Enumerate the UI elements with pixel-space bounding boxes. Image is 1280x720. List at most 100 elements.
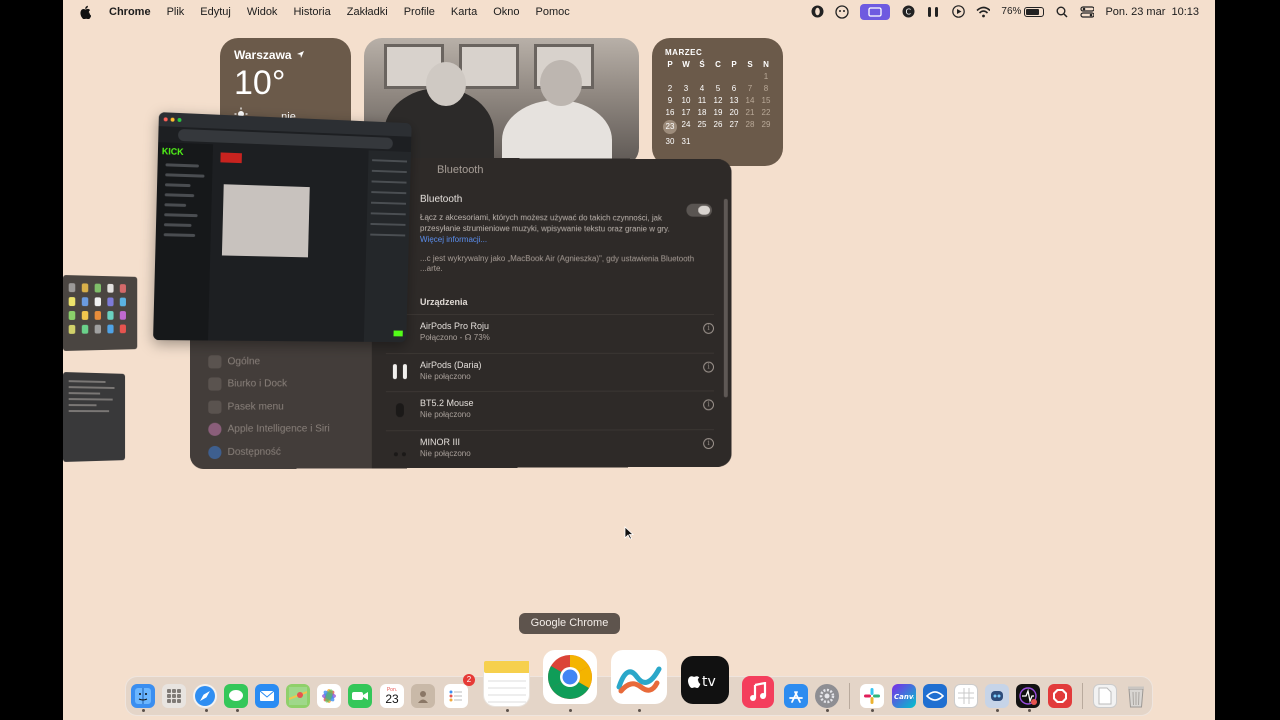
device-row[interactable]: BT5.2 Mouse Nie połączono i (386, 390, 714, 429)
app-store-icon[interactable] (784, 684, 808, 708)
menu-view[interactable]: Widok (247, 6, 278, 18)
menu-file[interactable]: Plik (167, 6, 185, 18)
bluetooth-description: Łącz z akcesoriami, których możesz używa… (420, 212, 688, 246)
airpods-icon[interactable] (926, 5, 940, 19)
sidebar-item-desktop-dock[interactable]: Biurko i Dock (208, 377, 287, 390)
close-icon[interactable] (164, 117, 168, 121)
mouse-cursor-icon (624, 526, 634, 545)
device-name: AirPods (Daria) (420, 360, 482, 370)
stop-icon[interactable] (1048, 684, 1072, 708)
chat-line (370, 223, 405, 226)
apple-logo-icon[interactable] (79, 5, 93, 19)
play-icon[interactable] (951, 5, 965, 19)
calendar-weekday: P (662, 60, 678, 69)
menu-history[interactable]: Historia (293, 6, 330, 18)
info-icon[interactable]: i (703, 362, 714, 373)
info-icon[interactable]: i (703, 323, 714, 334)
launchpad-window-preview[interactable] (63, 275, 137, 351)
chat-send-button[interactable] (394, 331, 403, 337)
canva-icon[interactable]: Canva (892, 684, 916, 708)
device-status: Połączono - ☊ 73% (420, 333, 490, 342)
system-settings-icon[interactable] (815, 684, 839, 708)
finder-icon[interactable] (131, 684, 155, 708)
launchpad-icon[interactable] (162, 684, 186, 708)
menu-app-name[interactable]: Chrome (109, 6, 151, 18)
battery-icon (1024, 7, 1044, 17)
kick-nav-item (165, 183, 191, 187)
screen-share-icon[interactable] (860, 4, 890, 20)
calendar-weekday: P (726, 60, 742, 69)
battery-indicator[interactable]: 76% (1001, 6, 1044, 17)
menu-window[interactable]: Okno (493, 6, 519, 18)
menu-help[interactable]: Pomoc (535, 6, 569, 18)
search-icon[interactable] (1055, 5, 1069, 19)
scrollbar[interactable] (724, 199, 728, 397)
calendar-app-icon[interactable]: Pon. 23 (380, 684, 404, 708)
sidebar-item-accessibility[interactable]: Dostępność (208, 446, 281, 459)
running-indicator (826, 709, 829, 712)
menu-edit[interactable]: Edytuj (200, 6, 231, 18)
contacts-icon[interactable] (411, 684, 435, 708)
document-icon[interactable] (1093, 684, 1117, 708)
photos-icon[interactable] (317, 684, 341, 708)
stream-video[interactable] (222, 184, 310, 257)
sidebar-item-apple-intelligence[interactable]: Apple Intelligence i Siri (208, 422, 329, 435)
chat-line (372, 170, 407, 173)
trash-icon[interactable] (1124, 684, 1148, 708)
mail-icon[interactable] (255, 684, 279, 708)
freeform-icon[interactable] (611, 650, 667, 704)
info-icon[interactable]: i (703, 399, 714, 410)
calendar-day (678, 72, 694, 81)
more-info-link[interactable]: Więcej informacji... (420, 235, 487, 244)
menu-tab[interactable]: Karta (451, 6, 477, 18)
calendar-day-today: 23 (663, 120, 677, 134)
robot-icon[interactable] (985, 684, 1009, 708)
maps-icon[interactable] (286, 684, 310, 708)
safari-icon[interactable] (193, 684, 217, 708)
device-row[interactable]: AirPods (Daria) Nie połączono i (386, 353, 714, 391)
minimize-icon[interactable] (171, 118, 175, 122)
kick-sidebar: KICK (153, 142, 213, 340)
menu-bar-icon (208, 401, 221, 414)
info-icon[interactable]: i (703, 438, 714, 449)
menu-bookmarks[interactable]: Zakładki (347, 6, 388, 18)
face-icon[interactable] (835, 5, 849, 19)
opera-icon[interactable] (810, 5, 824, 19)
calendar-day: 2 (662, 84, 678, 93)
bluetooth-toggle[interactable] (686, 204, 712, 217)
reminders-badge: 2 (463, 674, 475, 686)
notes-icon[interactable] (483, 660, 530, 707)
menu-profiles[interactable]: Profile (404, 6, 435, 18)
calendar-day (710, 137, 726, 146)
chat-line (372, 180, 407, 183)
circle-c-icon[interactable]: C (901, 5, 915, 19)
sidebar-item-menu-bar[interactable]: Pasek menu (208, 400, 283, 413)
facetime-icon[interactable] (348, 684, 372, 708)
running-indicator (569, 709, 572, 712)
chrome-window-preview[interactable]: KICK (153, 112, 412, 342)
calendar-day: 7 (742, 84, 758, 93)
spreadsheet-icon[interactable] (954, 684, 978, 708)
maximize-icon[interactable] (177, 118, 181, 122)
wifi-icon[interactable] (976, 5, 990, 19)
music-icon[interactable] (742, 676, 774, 708)
device-row[interactable]: MINOR III Nie połączono i (386, 429, 714, 468)
menubar-datetime[interactable]: Pon. 23 mar 10:13 (1105, 6, 1199, 18)
chrome-icon[interactable] (543, 650, 597, 704)
mouse-icon (390, 400, 410, 420)
mercury-icon[interactable] (923, 684, 947, 708)
device-row[interactable]: AirPods Pro Roju Połączono - ☊ 73% i (386, 314, 714, 352)
activity-monitor-icon[interactable] (1016, 684, 1040, 708)
apple-tv-icon[interactable]: tv (681, 656, 729, 704)
control-center-icon[interactable] (1080, 5, 1094, 19)
kick-nav-item (164, 213, 197, 217)
sidebar-item-general[interactable]: Ogólne (208, 355, 260, 368)
reminders-icon[interactable] (444, 684, 468, 708)
live-badge (220, 152, 242, 163)
messages-icon[interactable] (224, 684, 248, 708)
text-window-preview[interactable] (63, 372, 125, 462)
slack-icon[interactable] (860, 684, 884, 708)
text-line (69, 392, 100, 394)
device-status: Nie połączono (420, 449, 471, 458)
calendar-widget[interactable]: MARZEC P W Ś C P S N 1 2 3 4 5 6 7 8 9 10 11 12 13 14… (652, 38, 783, 166)
